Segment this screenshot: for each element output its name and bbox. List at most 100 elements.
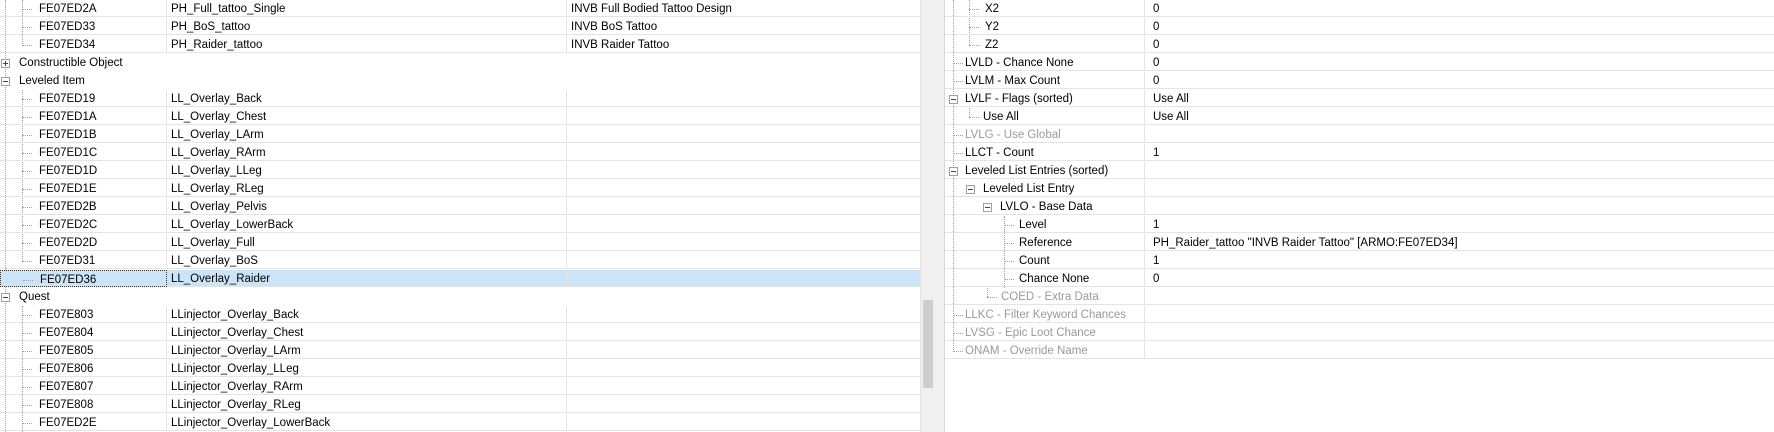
field-label: Chance None xyxy=(1019,273,1090,285)
tree-row[interactable]: FE07ED1E LL_Overlay_RLeg xyxy=(0,180,920,198)
field-row-use-all[interactable]: Use All Use All xyxy=(945,108,1774,126)
field-row-lvlo[interactable]: LVLO - Base Data xyxy=(945,198,1774,216)
collapse-minus-icon[interactable] xyxy=(1,293,10,302)
field-label: Y2 xyxy=(985,21,1000,33)
field-row-z2[interactable]: Z2 0 xyxy=(945,36,1774,54)
record-name: INVB Full Bodied Tattoo Design xyxy=(567,0,920,17)
tree-row[interactable]: FE07E808 LLinjector_Overlay_RLeg xyxy=(0,396,920,414)
field-row-reference[interactable]: Reference PH_Raider_tattoo "INVB Raider … xyxy=(945,234,1774,252)
collapse-minus-icon[interactable] xyxy=(983,203,992,212)
editor-id: LL_Overlay_RArm xyxy=(167,144,567,161)
field-value[interactable]: 1 xyxy=(1145,216,1774,233)
tree-row[interactable]: FE07ED2A PH_Full_tattoo_Single INVB Full… xyxy=(0,0,920,18)
collapse-minus-icon[interactable] xyxy=(949,167,958,176)
form-id: FE07E807 xyxy=(39,381,94,393)
tree-row[interactable]: FE07E805 LLinjector_Overlay_LArm xyxy=(0,342,920,360)
quest-children: FE07E803 LLinjector_Overlay_Back FE07E804… xyxy=(0,306,920,432)
field-value[interactable]: 0 xyxy=(1145,18,1774,35)
field-row-count[interactable]: Count 1 xyxy=(945,252,1774,270)
field-row-x2[interactable]: X2 0 xyxy=(945,0,1774,18)
field-row-lvld[interactable]: LVLD - Chance None 0 xyxy=(945,54,1774,72)
form-id: FE07ED1B xyxy=(39,129,97,141)
field-value[interactable]: 0 xyxy=(1145,72,1774,89)
tree-row[interactable]: FE07ED2E LLinjector_Overlay_LowerBack xyxy=(0,414,920,432)
collapse-minus-icon[interactable] xyxy=(966,185,975,194)
field-value[interactable]: PH_Raider_tattoo "INVB Raider Tattoo" [A… xyxy=(1145,234,1774,251)
field-label: LVLF - Flags (sorted) xyxy=(965,93,1073,105)
editor-id: LLinjector_Overlay_LowerBack xyxy=(167,414,567,431)
field-value[interactable]: 1 xyxy=(1145,252,1774,269)
form-id: FE07E805 xyxy=(39,345,94,357)
field-label: X2 xyxy=(985,3,1000,15)
field-row-level[interactable]: Level 1 xyxy=(945,216,1774,234)
panel-splitter[interactable] xyxy=(934,0,945,432)
collapse-minus-icon[interactable] xyxy=(949,95,958,104)
editor-id: LLinjector_Overlay_LArm xyxy=(167,342,567,359)
field-label: LVLD - Chance None xyxy=(965,57,1074,69)
editor-id: PH_Raider_tattoo xyxy=(167,36,567,53)
editor-id: LL_Overlay_Pelvis xyxy=(167,198,567,215)
tree-row[interactable]: FE07E807 LLinjector_Overlay_RArm xyxy=(0,378,920,396)
field-value[interactable]: Use All xyxy=(1145,90,1774,107)
collapse-minus-icon[interactable] xyxy=(1,77,10,86)
field-row-lvlm[interactable]: LVLM - Max Count 0 xyxy=(945,72,1774,90)
form-id: FE07ED36 xyxy=(40,274,97,286)
field-value[interactable]: 0 xyxy=(1145,54,1774,71)
tree-row[interactable]: FE07ED2D LL_Overlay_Full xyxy=(0,234,920,252)
tree-row[interactable]: FE07ED1C LL_Overlay_RArm xyxy=(0,144,920,162)
scrollbar-thumb[interactable] xyxy=(923,300,933,388)
field-value[interactable]: 0 xyxy=(1145,36,1774,53)
field-value[interactable]: 0 xyxy=(1145,0,1774,17)
tree-group-leveled-item[interactable]: Leveled Item xyxy=(0,72,920,90)
field-row-coed[interactable]: COED - Extra Data xyxy=(945,288,1774,306)
tree-group-quest[interactable]: Quest xyxy=(0,288,920,306)
field-label: ONAM - Override Name xyxy=(965,345,1088,357)
editor-id: LL_Overlay_LLeg xyxy=(167,162,567,179)
expand-plus-icon[interactable] xyxy=(1,59,10,68)
field-row-onam[interactable]: ONAM - Override Name xyxy=(945,342,1774,360)
record-name: INVB Raider Tattoo xyxy=(567,36,920,53)
field-row-entry[interactable]: Leveled List Entry xyxy=(945,180,1774,198)
tree-vertical-scrollbar[interactable] xyxy=(920,0,935,432)
field-row-chance-none[interactable]: Chance None 0 xyxy=(945,270,1774,288)
tree-row[interactable]: FE07ED2C LL_Overlay_LowerBack xyxy=(0,216,920,234)
field-row-llct[interactable]: LLCT - Count 1 xyxy=(945,144,1774,162)
tree-row[interactable]: FE07E806 LLinjector_Overlay_LLeg xyxy=(0,360,920,378)
tree-row[interactable]: FE07ED34 PH_Raider_tattoo INVB Raider Ta… xyxy=(0,36,920,54)
form-id: FE07ED2A xyxy=(39,3,97,15)
record-name: INVB BoS Tattoo xyxy=(567,18,920,35)
form-id: FE07ED1C xyxy=(39,147,98,159)
field-row-entries[interactable]: Leveled List Entries (sorted) xyxy=(945,162,1774,180)
form-id: FE07ED33 xyxy=(39,21,96,33)
group-label: Constructible Object xyxy=(19,57,123,69)
form-id: FE07ED19 xyxy=(39,93,96,105)
tree-group-constructible-object[interactable]: Constructible Object xyxy=(0,54,920,72)
tree-row[interactable]: FE07E803 LLinjector_Overlay_Back xyxy=(0,306,920,324)
tree-row[interactable]: FE07ED1D LL_Overlay_LLeg xyxy=(0,162,920,180)
editor-id: LL_Overlay_Back xyxy=(167,90,567,107)
tree-row[interactable]: FE07ED1A LL_Overlay_Chest xyxy=(0,108,920,126)
tree-row[interactable]: FE07ED2B LL_Overlay_Pelvis xyxy=(0,198,920,216)
field-row-lvsg[interactable]: LVSG - Epic Loot Chance xyxy=(945,324,1774,342)
field-value[interactable]: 0 xyxy=(1145,270,1774,287)
tree-row[interactable]: FE07ED31 LL_Overlay_BoS xyxy=(0,252,920,270)
field-value[interactable] xyxy=(1145,126,1774,143)
field-label: Leveled List Entry xyxy=(983,183,1075,195)
field-label: LLKC - Filter Keyword Chances xyxy=(965,309,1127,321)
tree-row[interactable]: FE07ED1B LL_Overlay_LArm xyxy=(0,126,920,144)
tree-row-selected[interactable]: FE07ED36 LL_Overlay_Raider xyxy=(0,270,920,288)
tree-row[interactable]: FE07ED33 PH_BoS_tattoo INVB BoS Tattoo xyxy=(0,18,920,36)
field-row-llkc[interactable]: LLKC - Filter Keyword Chances xyxy=(945,306,1774,324)
field-row-lvlf[interactable]: LVLF - Flags (sorted) Use All xyxy=(945,90,1774,108)
field-value[interactable]: 1 xyxy=(1145,144,1774,161)
editor-id: LLinjector_Overlay_Back xyxy=(167,306,567,323)
field-label: LVLM - Max Count xyxy=(965,75,1061,87)
field-value[interactable]: Use All xyxy=(1145,108,1774,125)
tree-row[interactable]: FE07ED19 LL_Overlay_Back xyxy=(0,90,920,108)
tree-row[interactable]: FE07E804 LLinjector_Overlay_Chest xyxy=(0,324,920,342)
field-row-lvlg[interactable]: LVLG - Use Global xyxy=(945,126,1774,144)
editor-id: LL_Overlay_LowerBack xyxy=(167,216,567,233)
form-id: FE07ED1E xyxy=(39,183,97,195)
field-row-y2[interactable]: Y2 0 xyxy=(945,18,1774,36)
editor-id: LL_Overlay_RLeg xyxy=(167,180,567,197)
